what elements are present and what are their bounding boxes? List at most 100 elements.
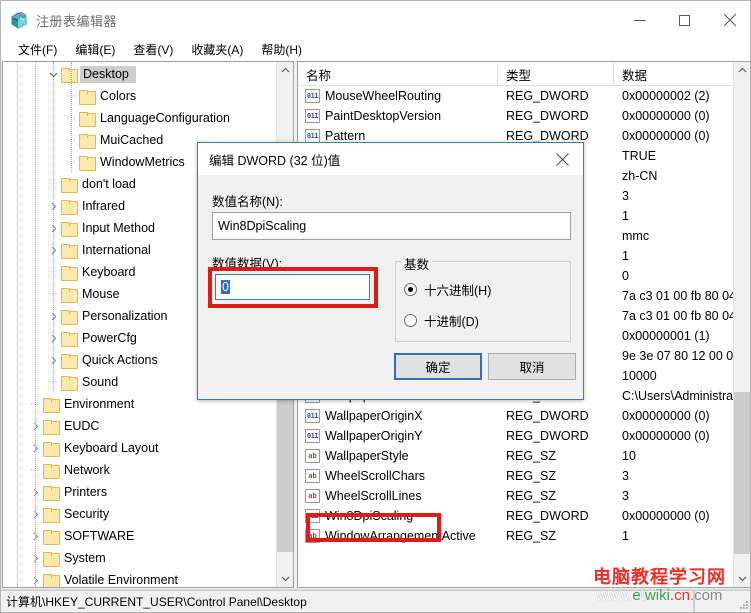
tree-node-label: Keyboard [82,265,136,279]
tree-node-label: Security [64,507,110,521]
tree-node-label: LanguageConfiguration [100,111,230,125]
dialog-title-bar: 编辑 DWORD (32 位)值 [198,143,583,175]
column-header-type[interactable]: 类型 [498,62,614,86]
cancel-button[interactable]: 取消 [488,353,576,380]
tree-node[interactable]: Volatile Environment [3,569,275,587]
column-header-data[interactable]: 数据 [614,62,733,86]
tree-node[interactable]: Printers [3,481,275,503]
list-scroll-down-icon[interactable] [734,570,750,587]
tree-node[interactable]: LanguageConfiguration [3,107,275,129]
ok-button[interactable]: 确定 [394,353,482,380]
folder-icon [61,353,78,369]
folder-icon [43,529,60,545]
minimize-button[interactable] [617,1,662,39]
cell-value-data: 9e 3e 07 80 12 00 0 [622,349,733,363]
table-row[interactable]: ab WheelScrollLines REG_SZ 3 [298,486,733,506]
folder-icon [61,199,78,215]
tree-node[interactable]: Network [3,459,275,481]
cell-value-name: 011 PaintDesktopVersion [298,109,498,123]
value-name-text: PaintDesktopVersion [325,109,442,123]
table-row[interactable]: 011 WallpaperOriginY REG_DWORD 0x00000000 (… [298,426,733,446]
menu-bar: 文件(F) 编辑(E) 查看(V) 收藏夹(A) 帮助(H) [1,39,750,61]
folder-icon [61,287,78,303]
cell-value-data: 0x00000000 (0) [622,509,710,523]
column-header-name[interactable]: 名称 [298,62,498,86]
value-name-input[interactable]: Win8DpiScaling [212,212,571,240]
table-row[interactable]: 011 MouseWheelRouting REG_DWORD 0x00000002 … [298,86,733,106]
dialog-title: 编辑 DWORD (32 位)值 [209,153,341,168]
radio-decimal[interactable]: 十进制(D) [404,311,479,330]
cell-value-name: 011 MouseWheelRouting [298,89,498,103]
radio-hexadecimal-icon [404,283,417,296]
menu-help[interactable]: 帮助(H) [252,39,311,61]
folder-icon [43,507,60,523]
cell-value-name: 011 Pattern [298,129,498,143]
tree-guide-line [71,62,72,172]
table-row[interactable]: ab WallpaperStyle REG_SZ 10 [298,446,733,466]
cell-value-name: ab WindowArrangementActive [298,529,498,543]
tree-node-label: MuiCached [100,133,164,147]
tree-scroll-down-icon[interactable] [277,570,293,587]
tree-node[interactable]: Keyboard Layout [3,437,275,459]
menu-file[interactable]: 文件(F) [9,39,66,61]
tree-node-label: Personalization [82,309,168,323]
tree-node-label: Desktop [80,65,136,83]
list-scroll-thumb[interactable] [734,392,750,554]
value-data-input[interactable]: 0 [215,274,370,300]
tree-node[interactable]: System [3,547,275,569]
menu-favorites[interactable]: 收藏夹(A) [182,39,252,61]
table-row[interactable]: 011 WallpaperOriginX REG_DWORD 0x00000000 (… [298,406,733,426]
dword-value-icon: 011 [305,409,320,423]
table-row[interactable]: ab WheelScrollChars REG_SZ 3 [298,466,733,486]
tree-node[interactable]: EUDC [3,415,275,437]
dialog-close-button[interactable] [541,143,583,175]
value-name-label: 数值名称(N): [212,195,283,209]
tree-node-label: EUDC [64,419,100,433]
cell-value-name: ab WallpaperStyle [298,449,498,463]
tree-node[interactable]: SOFTWARE [3,525,275,547]
cell-value-data: TRUE [622,149,657,163]
cell-value-type: REG_SZ [506,489,557,503]
tree-guide-line [35,62,36,587]
folder-icon [61,67,78,83]
folder-icon [61,309,78,325]
cell-value-type: REG_SZ [506,529,557,543]
cell-value-type: REG_DWORD [506,429,589,443]
menu-view[interactable]: 查看(V) [124,39,182,61]
radio-hexadecimal[interactable]: 十六进制(H) [404,280,491,299]
tree-node-label: International [82,243,151,257]
dword-value-icon: 011 [305,429,320,443]
value-name-text: Win8DpiScaling [218,219,307,233]
dialog-body: 数值名称(N): Win8DpiScaling 数值数据(V): 0 基数 十六… [198,175,583,401]
maximize-button[interactable] [662,1,707,39]
tree-scroll-up-icon[interactable] [277,62,293,79]
table-row[interactable]: ab WindowArrangementActive REG_SZ 1 [298,526,733,546]
value-name-text: WheelScrollLines [325,489,422,503]
tree-node[interactable]: Desktop [3,63,275,85]
list-vertical-scrollbar[interactable] [733,62,750,587]
resize-grip-icon[interactable] [739,600,749,610]
value-name-text: WheelScrollChars [325,469,426,483]
cell-value-data: mmc [622,229,650,243]
list-scroll-up-icon[interactable] [734,62,750,79]
value-name-text: MouseWheelRouting [325,89,442,103]
tree-node-label: Colors [100,89,137,103]
cell-value-data: 1 [622,209,629,223]
tree-node[interactable]: Colors [3,85,275,107]
folder-icon [43,419,60,435]
menu-edit[interactable]: 编辑(E) [66,39,124,61]
folder-icon [61,243,78,259]
folder-icon [43,463,60,479]
tree-guide-line [17,62,18,587]
tree-node-label: WindowMetrics [100,155,185,169]
close-button[interactable] [707,1,750,39]
folder-icon [43,441,60,457]
table-row[interactable]: 011 Win8DpiScaling REG_DWORD 0x00000000 (0) [298,506,733,526]
tree-node[interactable]: Security [3,503,275,525]
folder-icon [61,221,78,237]
cell-value-data: 0x00000000 (0) [622,129,710,143]
folder-icon [61,375,78,391]
table-row[interactable]: 011 PaintDesktopVersion REG_DWORD 0x0000000… [298,106,733,126]
cell-value-data: 3 [622,189,629,203]
dword-value-icon: 011 [305,509,320,523]
